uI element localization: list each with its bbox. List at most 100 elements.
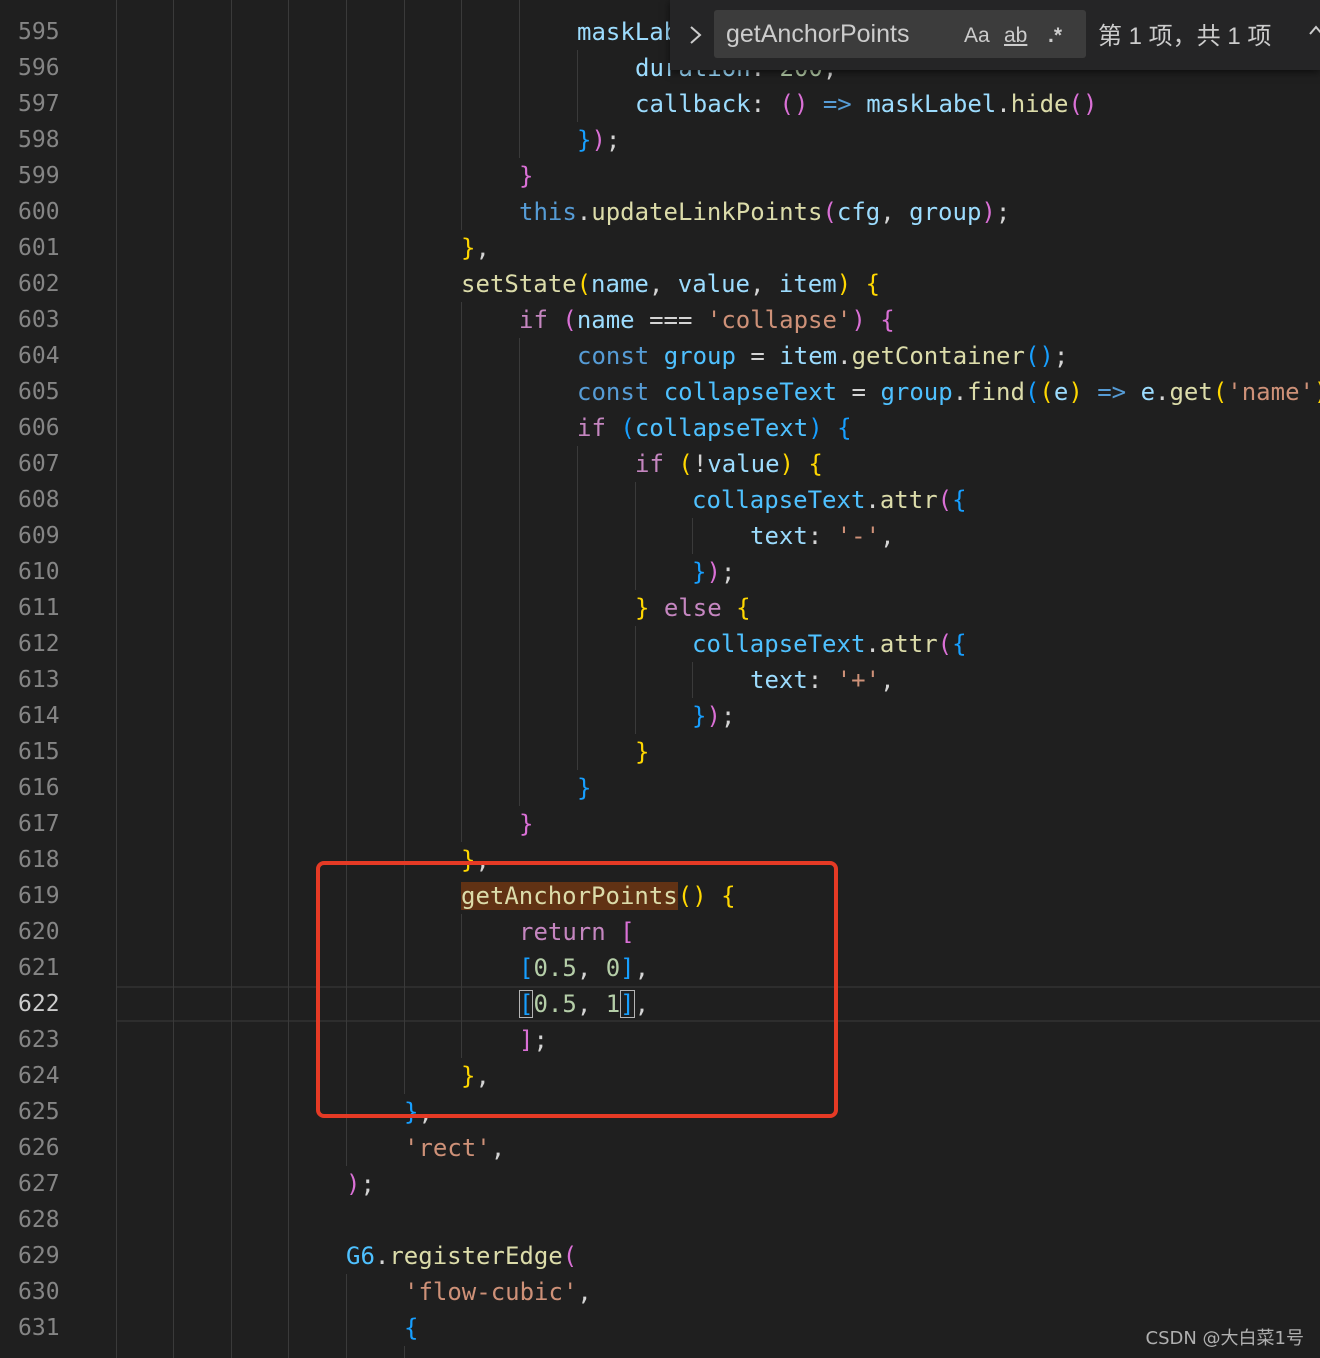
indent-guide (577, 446, 578, 770)
token: hide (1010, 90, 1069, 118)
line-number: 599 (18, 163, 60, 189)
match-case-toggle[interactable]: Aa (964, 22, 990, 50)
indent-guide (692, 518, 693, 554)
token: item (778, 270, 837, 298)
token: if (635, 450, 664, 478)
line-number: 620 (18, 919, 60, 945)
token: cfg (836, 198, 881, 226)
indent-guide (231, 0, 232, 1358)
line-number: 613 (18, 667, 60, 693)
line-number: 627 (18, 1171, 60, 1197)
line-number: 624 (18, 1063, 60, 1089)
code-line-615[interactable]: } (635, 734, 649, 770)
token: collapseText (663, 378, 838, 406)
code-line-600[interactable]: this.updateLinkPoints(cfg, group); (519, 194, 1010, 230)
code-line-612[interactable]: collapseText.attr({ (692, 626, 967, 662)
token: 'rect' (404, 1134, 491, 1162)
token: e (1053, 378, 1069, 406)
token: value (707, 450, 780, 478)
previous-match-button[interactable] (1308, 22, 1320, 42)
line-number: 600 (18, 199, 60, 225)
line-number: 603 (18, 307, 60, 333)
code-line-627[interactable]: ); (346, 1166, 375, 1202)
token: group (663, 342, 736, 370)
line-number: 610 (18, 559, 60, 585)
token: const (577, 342, 650, 370)
token: G6 (346, 1242, 375, 1270)
code-line-598[interactable]: }); (577, 122, 620, 158)
code-editor[interactable]: 595 596 597 598 599 600 601 602 603 604 … (0, 0, 1320, 1358)
whole-word-toggle[interactable]: ab (1004, 22, 1027, 50)
code-line-604[interactable]: const group = item.getContainer(); (577, 338, 1068, 374)
token: get (1169, 378, 1213, 406)
token: if (577, 414, 606, 442)
line-number: 617 (18, 811, 60, 837)
line-number: 598 (18, 127, 60, 153)
annotation-box (316, 861, 838, 1118)
code-line-609[interactable]: text: '-', (750, 518, 895, 554)
code-line-626[interactable]: 'rect', (404, 1130, 505, 1166)
indent-guide (404, 1346, 405, 1358)
line-number: 619 (18, 883, 60, 909)
chevron-right-icon (690, 26, 702, 44)
code-line-630[interactable]: 'flow-cubic', (404, 1274, 592, 1310)
watermark: CSDN @大白菜1号 (1145, 1328, 1305, 1349)
code-line-603[interactable]: if (name === 'collapse') { (519, 302, 895, 338)
code-line-631[interactable]: { (404, 1310, 418, 1346)
line-number: 629 (18, 1243, 60, 1269)
line-number: 630 (18, 1279, 60, 1305)
arrow-up-icon (1309, 25, 1320, 35)
line-number: 606 (18, 415, 60, 441)
regex-toggle[interactable]: .* (1048, 22, 1062, 50)
code-line-610[interactable]: }); (692, 554, 735, 590)
line-number: 618 (18, 847, 60, 873)
find-input-value: getAnchorPoints (726, 20, 910, 48)
indent-guide (635, 626, 636, 734)
code-line-617[interactable]: } (519, 806, 533, 842)
token: if (519, 306, 548, 334)
token: setState (461, 270, 577, 298)
code-line-599[interactable]: } (519, 158, 533, 194)
token: 'flow-cubic' (404, 1278, 578, 1306)
code-line-613[interactable]: text: '+', (750, 662, 895, 698)
indent-guide (346, 1274, 347, 1358)
code-line-597[interactable]: callback: () => maskLabel.hide() (635, 86, 1097, 122)
line-number-active: 622 (18, 991, 60, 1017)
code-line-629[interactable]: G6.registerEdge( (346, 1238, 577, 1274)
token: getContainer (851, 342, 1025, 370)
code-line-606[interactable]: if (collapseText) { (577, 410, 852, 446)
find-widget: getAnchorPoints Aa ab .* 第 1 项，共 1 项 (670, 0, 1320, 70)
token: else (663, 594, 722, 622)
code-line-601[interactable]: }, (461, 230, 490, 266)
token: this (519, 198, 577, 226)
line-number: 623 (18, 1027, 60, 1053)
token: e (1140, 378, 1156, 406)
find-input[interactable]: getAnchorPoints Aa ab .* (714, 10, 1086, 58)
token: text (750, 522, 808, 550)
line-number: 597 (18, 91, 60, 117)
line-number: 616 (18, 775, 60, 801)
code-line-616[interactable]: } (577, 770, 591, 806)
code-line-608[interactable]: collapseText.attr({ (692, 482, 967, 518)
toggle-replace-button[interactable] (684, 20, 708, 50)
code-line-611[interactable]: } else { (635, 590, 751, 626)
line-number: 626 (18, 1135, 60, 1161)
token: === (649, 306, 693, 334)
token: collapseText (692, 630, 866, 658)
line-number: 615 (18, 739, 60, 765)
token: collapseText (634, 414, 809, 442)
indent-guide (635, 482, 636, 590)
code-line-614[interactable]: }); (692, 698, 735, 734)
code-line-607[interactable]: if (!value) { (635, 446, 823, 482)
token: name (576, 306, 635, 334)
token: group (880, 378, 953, 406)
line-number: 601 (18, 235, 60, 261)
indent-guide (173, 0, 174, 1358)
code-line-602[interactable]: setState(name, value, item) { (461, 266, 880, 302)
code-line-605[interactable]: const collapseText = group.find((e) => e… (577, 374, 1320, 410)
indent-guide (692, 662, 693, 698)
line-number: 625 (18, 1099, 60, 1125)
indent-guide (288, 0, 289, 1358)
token: value (677, 270, 750, 298)
token: name (591, 270, 649, 298)
